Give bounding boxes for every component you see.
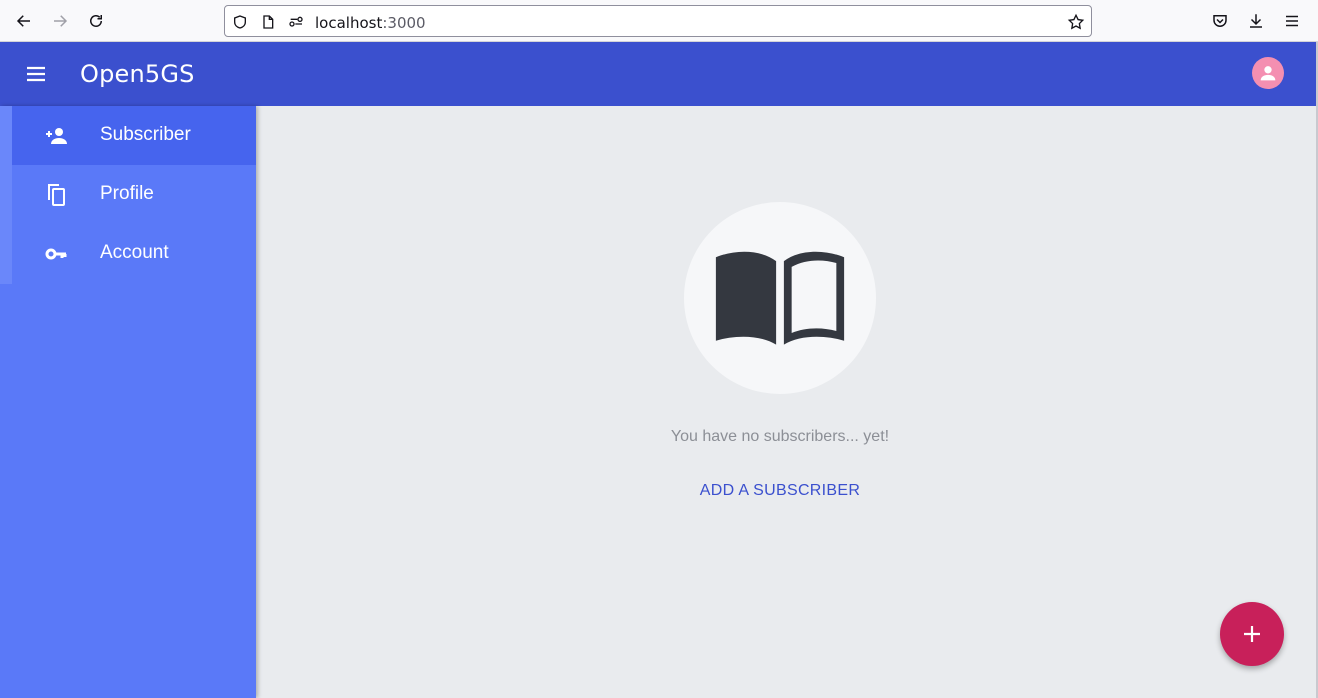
add-subscriber-button[interactable]: ADD A SUBSCRIBER: [680, 482, 880, 500]
back-arrow-icon[interactable]: [12, 9, 36, 33]
person-add-icon: [44, 124, 68, 148]
sidebar-item-label: Subscriber: [100, 124, 191, 145]
permissions-icon[interactable]: [287, 13, 305, 31]
app-title: Open5GS: [80, 60, 195, 88]
sidebar-item-account[interactable]: Account: [0, 224, 256, 283]
bookmark-star-icon[interactable]: [1067, 13, 1085, 31]
book-open-icon: [715, 251, 845, 345]
download-icon[interactable]: [1244, 9, 1268, 33]
sidebar-item-label: Profile: [100, 183, 154, 204]
key-icon: [44, 242, 68, 266]
url-text: localhost:3000: [315, 14, 426, 32]
menu-icon[interactable]: [24, 62, 48, 86]
copy-icon: [44, 183, 68, 207]
shield-icon[interactable]: [231, 13, 249, 31]
forward-arrow-icon[interactable]: [48, 9, 72, 33]
account-circle-icon[interactable]: [1252, 57, 1284, 89]
app-header: Open5GS: [0, 42, 1316, 106]
sidebar-item-label: Account: [100, 242, 169, 263]
add-fab-button[interactable]: [1220, 602, 1284, 666]
sidebar: Subscriber Profile Account: [0, 106, 256, 698]
plus-icon: [1244, 626, 1260, 642]
browser-toolbar: localhost:3000: [0, 0, 1318, 42]
sidebar-item-subscriber[interactable]: Subscriber: [12, 106, 256, 165]
page-icon: [259, 13, 277, 31]
hamburger-menu-icon[interactable]: [1280, 9, 1304, 33]
empty-state-illustration: [684, 202, 876, 394]
empty-message: You have no subscribers... yet!: [670, 428, 890, 445]
sidebar-item-profile[interactable]: Profile: [0, 165, 256, 224]
url-bar[interactable]: localhost:3000: [224, 5, 1092, 37]
reload-icon[interactable]: [84, 9, 108, 33]
pocket-icon[interactable]: [1208, 9, 1232, 33]
